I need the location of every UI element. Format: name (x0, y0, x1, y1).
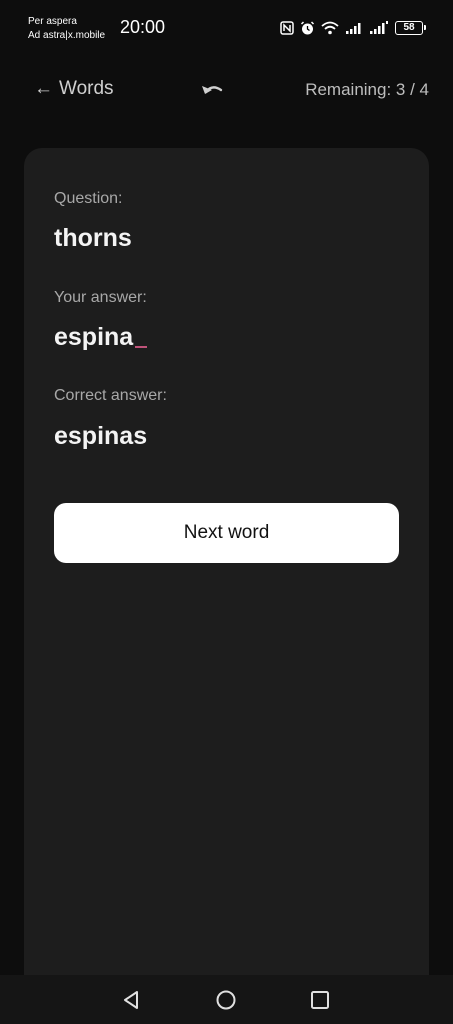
nav-back-button[interactable] (120, 989, 142, 1011)
wifi-icon (321, 21, 339, 35)
alarm-icon (300, 20, 315, 36)
question-text: thorns (54, 224, 132, 252)
question-label: Question: (54, 190, 123, 207)
carrier-line-2: Ad astra|x.mobile (28, 30, 106, 41)
home-circle-icon (216, 990, 236, 1010)
top-bar: ← Words Remaining: 3 / 4 (0, 70, 453, 110)
undo-icon (202, 86, 223, 94)
status-bar: Per aspera Ad astra|x.mobile 20:00 58 (0, 0, 453, 56)
correct-answer-label: Correct answer: (54, 387, 167, 404)
nav-home-button[interactable] (215, 989, 237, 1011)
status-time: 20:00 (120, 17, 166, 37)
undo-button[interactable] (199, 78, 227, 102)
back-arrow-icon: ← (34, 78, 53, 99)
quiz-card: Question: thorns Your answer: espina Cor… (24, 148, 429, 998)
battery-icon: 58 (395, 21, 426, 35)
recents-square-icon (311, 991, 329, 1009)
signal-icon (345, 21, 363, 35)
system-nav-bar (0, 975, 453, 1024)
nfc-icon (280, 21, 294, 35)
your-answer-label: Your answer: (54, 289, 147, 306)
correct-answer-text: espinas (54, 422, 148, 450)
carrier-line-1: Per aspera (28, 16, 77, 27)
your-answer-text: espina (54, 323, 134, 351)
next-word-button[interactable]: Next word (54, 503, 399, 563)
carrier-info: Per aspera Ad astra|x.mobile (28, 15, 105, 43)
back-to-words-link[interactable]: ← Words (34, 78, 114, 100)
status-icons: 58 (280, 18, 426, 38)
back-triangle-icon (124, 991, 138, 1009)
remaining-counter: Remaining: 3 / 4 (305, 80, 429, 99)
nav-recents-button[interactable] (309, 989, 331, 1011)
text-caret (135, 346, 148, 348)
signal-icon (369, 21, 389, 35)
back-label: Words (59, 78, 114, 99)
your-answer-field[interactable]: espina (54, 323, 148, 352)
